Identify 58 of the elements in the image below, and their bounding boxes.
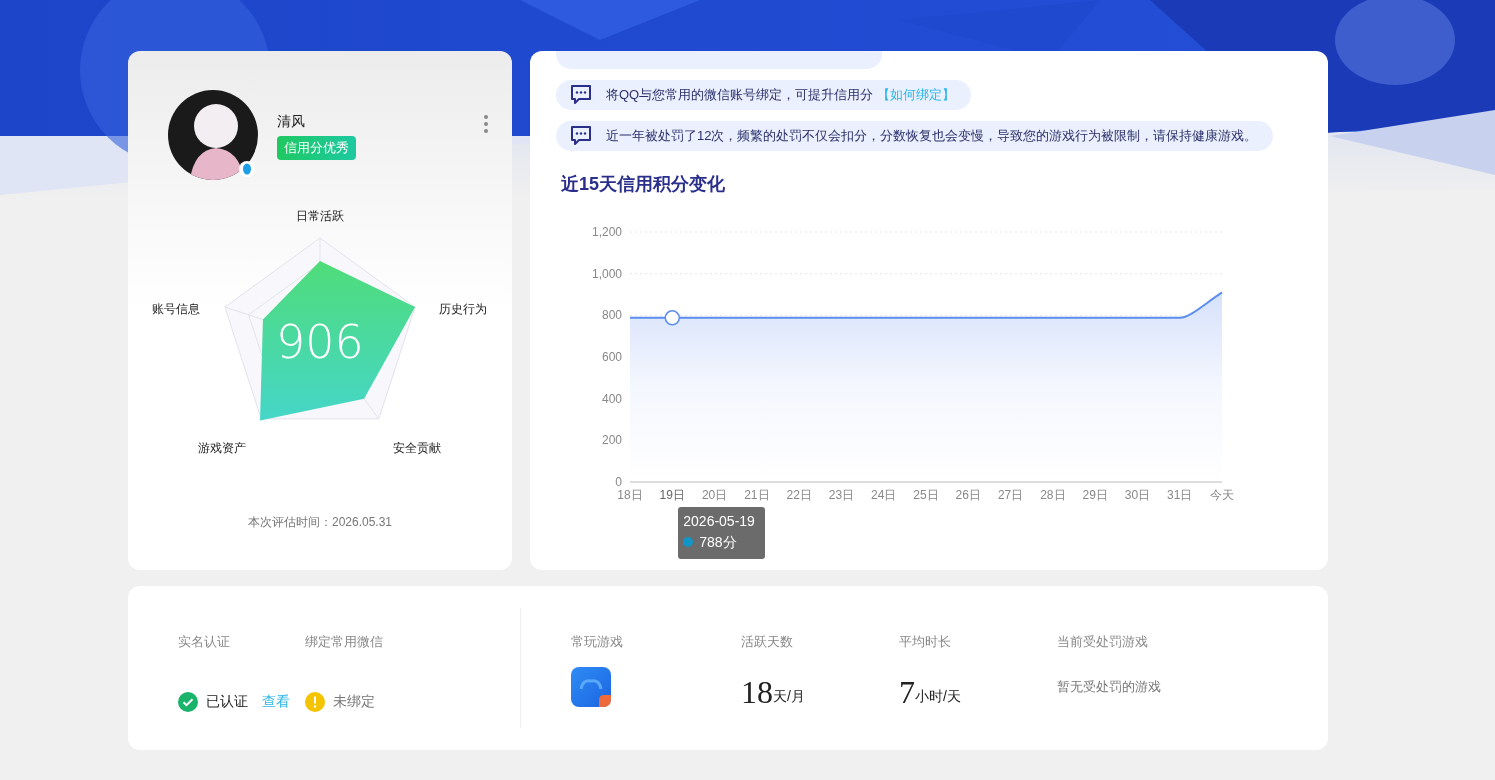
axis-label: 28日 (1040, 488, 1066, 502)
field-label: 平均时长 (899, 633, 952, 650)
stat-unit: 天/月 (773, 687, 805, 706)
radar-label: 安全贡献 (393, 440, 441, 457)
tooltip-value: 788分 (699, 533, 737, 551)
notice-text: 将QQ与您常用的微信账号绑定，可提升信用分 (606, 86, 874, 105)
axis-label: 600 (601, 350, 622, 364)
radar-label: 账号信息 (152, 301, 200, 318)
axis-label: 400 (601, 391, 622, 406)
axis-label: 29日 (1082, 488, 1108, 502)
axis-label: 今天 (1210, 488, 1234, 502)
axis-label: 1,200 (591, 225, 622, 239)
axis-label: 19日 (659, 488, 685, 502)
evaluation-time: 本次评估时间：2026.05.31 (247, 514, 393, 531)
credit-badge: 信用分优秀 (277, 136, 356, 160)
axis-label: 24日 (871, 488, 897, 502)
axis-label: 25日 (913, 488, 939, 502)
stat-unit: 小时/天 (915, 688, 961, 706)
check-icon (178, 691, 198, 712)
status-text: 已认证 (206, 692, 248, 711)
axis-label: 0 (615, 475, 622, 489)
axis-label: 1,000 (591, 266, 622, 281)
message-icon (570, 125, 592, 147)
radar-label: 日常活跃 (296, 208, 344, 225)
axis-label: 23日 (828, 488, 855, 502)
credit-score: 906 (276, 316, 364, 368)
field-label: 当前受处罚游戏 (1057, 633, 1149, 650)
warning-icon (305, 691, 325, 712)
axis-label: 21日 (744, 488, 770, 502)
view-link[interactable]: 查看 (262, 691, 290, 712)
axis-label: 26日 (955, 488, 981, 502)
axis-label: 18日 (617, 488, 643, 502)
status-text: 未绑定 (333, 692, 375, 711)
stat-value: 7 (899, 675, 915, 709)
radar-label: 游戏资产 (198, 440, 246, 457)
notice-text: 近一年被处罚了12次，频繁的处罚不仅会扣分，分数恢复也会变慢，导致您的游戏行为被限制，请保持健康游戏。 (606, 127, 1258, 146)
axis-label: 22日 (786, 488, 812, 502)
field-label: 活跃天数 (741, 633, 794, 650)
data-point (664, 310, 681, 326)
stat-value: 18 (741, 675, 773, 709)
more-icon[interactable] (483, 114, 489, 134)
how-to-bind-link[interactable]: 【如何绑定】 (877, 85, 956, 105)
message-icon (570, 84, 592, 106)
field-label: 实名认证 (178, 633, 231, 650)
axis-label: 20日 (701, 488, 728, 502)
axis-label: 30日 (1124, 488, 1151, 502)
tooltip-date: 2026-05-19 (683, 512, 756, 530)
stat-text: 暂无受处罚的游戏 (1057, 678, 1161, 697)
axis-label: 200 (601, 433, 622, 448)
field-label: 绑定常用微信 (305, 633, 384, 650)
axis-label: 800 (601, 308, 622, 323)
radar-label: 历史行为 (439, 301, 487, 318)
game-icon[interactable] (571, 667, 611, 707)
field-label: 常玩游戏 (571, 633, 624, 650)
axis-label: 27日 (997, 488, 1024, 502)
chart-title: 近15天信用积分变化 (561, 173, 727, 196)
axis-label: 31日 (1167, 488, 1193, 502)
user-name: 清风 (277, 112, 305, 131)
